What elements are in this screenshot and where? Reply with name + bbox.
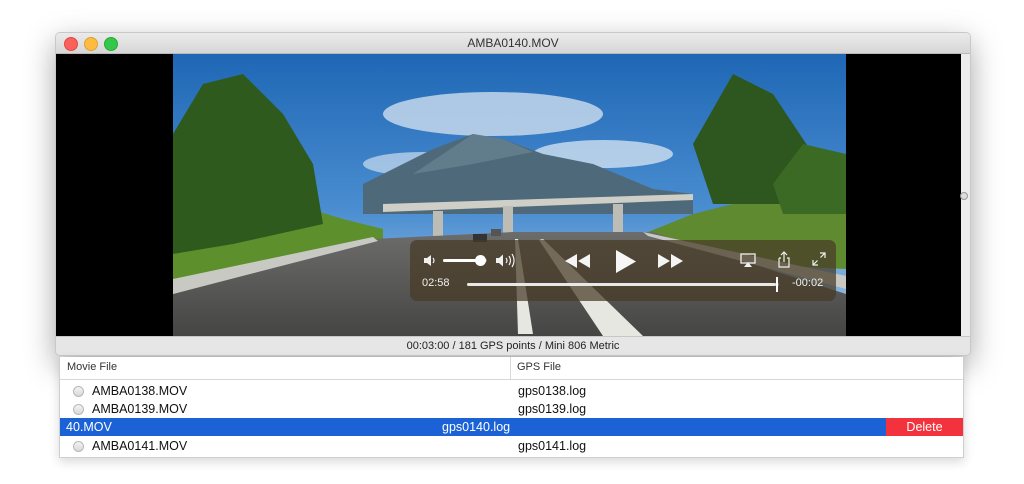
volume-high-icon — [496, 253, 515, 268]
movie-file-cell: AMBA0139.MOV — [92, 402, 188, 416]
gps-file-cell: gps0139.log — [518, 402, 587, 416]
movie-file-cell: 40.MOV — [66, 420, 112, 434]
column-divider[interactable] — [510, 357, 511, 379]
volume-knob[interactable] — [475, 255, 487, 266]
gps-file-cell: gps0141.log — [518, 439, 587, 453]
scrubber-progress — [467, 283, 776, 286]
movie-file-cell: AMBA0138.MOV — [92, 384, 188, 398]
play-icon[interactable] — [616, 250, 636, 273]
scrubber[interactable] — [467, 277, 779, 292]
window-title: AMBA0140.MOV — [467, 36, 559, 50]
gps-file-cell: gps0138.log — [518, 384, 587, 398]
row-radio[interactable] — [73, 386, 84, 397]
column-header-movie-file[interactable]: Movie File — [67, 361, 117, 373]
table-row-selected[interactable]: 40.MOV gps0140.log Delete — [60, 418, 963, 436]
movie-file-cell: AMBA0141.MOV — [92, 439, 188, 453]
scrubber-playhead[interactable] — [775, 277, 778, 292]
table-row[interactable]: AMBA0141.MOV gps0141.log — [60, 437, 963, 455]
title-bar[interactable]: AMBA0140.MOV — [56, 33, 970, 54]
video-area[interactable]: 02:58 -00:02 — [56, 54, 961, 336]
column-header-gps-file[interactable]: GPS File — [517, 361, 561, 373]
airplay-icon[interactable] — [740, 253, 756, 267]
row-radio[interactable] — [73, 404, 84, 415]
player-window: AMBA0140.MOV 02:58 -00:02 00:03:00 / 181… — [55, 32, 971, 356]
split-view-handle[interactable] — [960, 192, 968, 200]
status-bar: 00:03:00 / 181 GPS points / Mini 806 Met… — [56, 336, 970, 355]
fullscreen-icon[interactable] — [812, 252, 826, 266]
elapsed-time: 02:58 — [422, 277, 450, 289]
volume-low-icon — [424, 255, 435, 266]
fast-forward-icon[interactable] — [658, 254, 684, 268]
gps-file-cell: gps0140.log — [442, 420, 511, 434]
row-radio[interactable] — [73, 441, 84, 452]
share-icon[interactable] — [778, 251, 790, 268]
table-row[interactable]: AMBA0139.MOV gps0139.log — [60, 400, 963, 418]
table-header: Movie File GPS File — [60, 357, 963, 380]
remaining-time: -00:02 — [792, 277, 824, 289]
table-row[interactable]: AMBA0138.MOV gps0138.log — [60, 382, 963, 400]
playback-controls: 02:58 -00:02 — [410, 240, 836, 301]
delete-button[interactable]: Delete — [886, 418, 963, 436]
video-frame: 02:58 -00:02 — [173, 54, 846, 336]
volume-slider[interactable] — [443, 255, 487, 266]
file-table: Movie File GPS File AMBA0138.MOV gps0138… — [59, 357, 964, 458]
rewind-icon[interactable] — [565, 254, 591, 268]
